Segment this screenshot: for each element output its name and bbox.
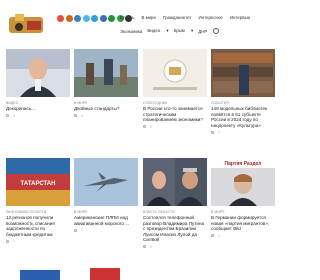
comment-icon bbox=[6, 239, 9, 243]
card-category[interactable]: СОБЫТИЯ bbox=[211, 101, 275, 105]
comment-icon bbox=[211, 234, 214, 238]
tw-icon[interactable] bbox=[82, 15, 90, 22]
news-thumbnail[interactable] bbox=[143, 49, 207, 97]
yt-icon[interactable] bbox=[91, 15, 98, 22]
card-meta: 0 bbox=[6, 114, 70, 118]
news-thumbnail[interactable]: ТАТАРСТАН bbox=[6, 158, 70, 206]
card-category[interactable]: ВИДЕО bbox=[6, 101, 70, 105]
card-meta: 0 bbox=[74, 114, 138, 118]
nav-item-power[interactable]: Власть bbox=[120, 15, 134, 20]
news-thumbnail[interactable] bbox=[6, 49, 70, 97]
partial-thumbnail[interactable] bbox=[90, 268, 120, 280]
nav-item-crimea-label: Крым bbox=[173, 28, 185, 33]
comment-count: 0 bbox=[150, 244, 152, 249]
card-meta: 0 bbox=[143, 245, 207, 249]
comment-count: 0 bbox=[218, 233, 220, 238]
card-meta: 0 bbox=[6, 239, 70, 243]
comment-count: 0 bbox=[13, 113, 15, 118]
ig-icon[interactable] bbox=[99, 15, 107, 22]
news-card[interactable]: Партия Раздел В МИРЕ В Германии формируе… bbox=[211, 158, 275, 238]
card-category[interactable]: В МИРЕ bbox=[211, 210, 275, 214]
comment-icon bbox=[143, 125, 146, 129]
comment-count: 0 bbox=[13, 239, 15, 244]
card-title[interactable]: 149 модельных библиотек появятся в 51 су… bbox=[211, 106, 275, 128]
news-thumbnail[interactable] bbox=[143, 158, 207, 206]
news-thumbnail[interactable]: Партия Раздел bbox=[211, 158, 275, 206]
card-meta: 0 bbox=[143, 125, 207, 129]
comment-icon bbox=[6, 114, 9, 118]
nav-item-dnr[interactable]: ДНР bbox=[198, 29, 207, 34]
ok-icon[interactable] bbox=[65, 15, 73, 22]
news-thumbnail[interactable] bbox=[74, 49, 138, 97]
card-title[interactable]: В Германии формируется новая «партия миг… bbox=[211, 215, 275, 232]
comment-count: 0 bbox=[81, 113, 83, 118]
news-thumbnail[interactable] bbox=[211, 49, 275, 97]
card-title[interactable]: Американские ПЛПИ над авиагаванной морск… bbox=[74, 215, 138, 226]
news-card[interactable]: В МИРЕ Американские ПЛПИ над авиагаванно… bbox=[74, 158, 138, 232]
comment-icon bbox=[211, 130, 214, 134]
card-category[interactable]: В МИРЕ bbox=[74, 101, 138, 105]
card-category[interactable]: В МИРЕ bbox=[74, 210, 138, 214]
comment-count: 0 bbox=[150, 124, 152, 129]
partial-thumbnail[interactable] bbox=[20, 270, 60, 280]
comment-icon bbox=[143, 245, 146, 249]
tg-icon[interactable] bbox=[108, 15, 115, 22]
card-meta: 0 bbox=[211, 234, 275, 238]
card-title[interactable]: В России кто-то занимается стратегически… bbox=[143, 106, 207, 123]
news-card[interactable]: В МИРЕ Двойные стандарты? 0 bbox=[74, 49, 138, 118]
nav-item-interview[interactable]: Интервью bbox=[230, 15, 250, 20]
thumb-caption: Партия Раздел bbox=[225, 161, 262, 167]
news-thumbnail[interactable] bbox=[74, 158, 138, 206]
card-title[interactable]: 12 регионов получили возможность списани… bbox=[6, 215, 70, 237]
nav-item-video[interactable]: Видео ▾ bbox=[147, 28, 168, 34]
card-category[interactable]: ВЛАСТЬ ОБЛАСТИ bbox=[143, 210, 207, 214]
card-title[interactable]: Двойные стандарты? bbox=[74, 106, 138, 112]
vk-icon[interactable] bbox=[57, 15, 64, 22]
news-card[interactable]: ТАТАРСТАН ЭКОНОМИКА ОБЛАСТИ 12 регионов … bbox=[6, 158, 70, 243]
thumb-caption: ТАТАРСТАН bbox=[21, 181, 56, 187]
nav-item-crimea[interactable]: Крым ▾ bbox=[174, 28, 194, 34]
fb-icon[interactable] bbox=[74, 15, 81, 22]
comment-icon bbox=[74, 114, 77, 118]
card-title[interactable]: Состоялся телефонный разговор Владимира … bbox=[143, 215, 207, 243]
nav-item-economy[interactable]: Экономика bbox=[120, 29, 142, 34]
nav-item-video-label: Видео bbox=[147, 28, 161, 33]
top-nav: Власть В мире Гражданинтет Интересное Ин… bbox=[120, 15, 257, 20]
news-card[interactable]: СОБЕСЕДНИК В России кто-то занимается ст… bbox=[143, 49, 207, 129]
card-title[interactable]: Декорипись... bbox=[6, 106, 70, 112]
site-logo[interactable] bbox=[5, 12, 47, 38]
news-card[interactable]: ВИДЕО Декорипись... 0 bbox=[6, 49, 70, 118]
comment-count: 0 bbox=[218, 130, 220, 135]
comment-count: 0 bbox=[81, 228, 83, 233]
search-icon[interactable] bbox=[213, 28, 220, 34]
card-meta: 0 bbox=[211, 130, 275, 134]
sub-nav: Экономика Видео ▾ Крым ▾ ДНР bbox=[120, 28, 224, 34]
nav-item-citizen[interactable]: Гражданинтет bbox=[163, 15, 192, 20]
comment-icon bbox=[74, 228, 77, 232]
nav-item-interesting[interactable]: Интересное bbox=[198, 15, 222, 20]
card-category[interactable]: ЭКОНОМИКА ОБЛАСТИ bbox=[6, 210, 70, 214]
news-card[interactable]: СОБЫТИЯ 149 модельных библиотек появятся… bbox=[211, 49, 275, 134]
nav-item-world[interactable]: В мире bbox=[141, 15, 156, 20]
card-category[interactable]: СОБЕСЕДНИК bbox=[143, 101, 207, 105]
news-card[interactable]: ВЛАСТЬ ОБЛАСТИ Состоялся телефонный разг… bbox=[143, 158, 207, 249]
card-meta: 0 bbox=[74, 228, 138, 232]
